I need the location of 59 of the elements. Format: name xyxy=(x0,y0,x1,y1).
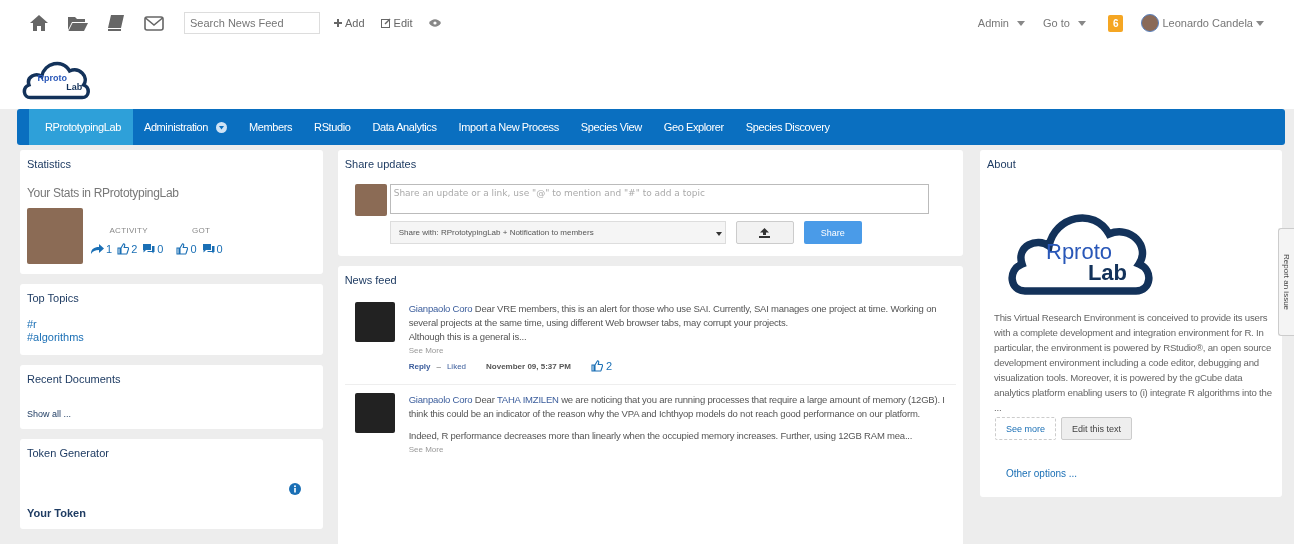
card-title: News feed xyxy=(344,274,398,286)
show-all-link[interactable]: Show all ... xyxy=(27,409,72,419)
post-text: Indeed, R performance decreases more than linearly when the occupied memory increases. Further, using 12GB RAM mea... xyxy=(408,429,913,443)
add-button[interactable]: Add xyxy=(334,17,365,29)
like-count[interactable]: 2 xyxy=(591,360,613,372)
card-title: Recent Documents xyxy=(27,373,122,385)
nav-tab[interactable]: Administration xyxy=(132,109,239,145)
report-issue-tab[interactable]: Report an issue xyxy=(1278,228,1294,336)
card-title: Share updates xyxy=(344,158,418,170)
share-with-dropdown[interactable]: Share with: RPrototypingLab + Notification to members xyxy=(389,221,726,244)
nav-tab[interactable]: RStudio xyxy=(303,109,362,145)
author-link[interactable]: Gianpaolo Coro xyxy=(408,394,473,405)
stat-count: 0 xyxy=(216,242,223,255)
see-more-link[interactable]: See More xyxy=(408,445,444,454)
stat-label: GOT xyxy=(191,225,211,235)
update-input-field[interactable]: Share an update or a link, use "@" to mention and "#" to add a topic xyxy=(389,184,929,214)
user-menu[interactable]: Leonardo Candela xyxy=(1141,14,1264,32)
logo-text: Lab xyxy=(1087,263,1127,284)
separator: – xyxy=(436,361,441,371)
post-text: Gianpaolo Coro Dear TAHA IMZILEN we are noticing that you are running processes that require a large amount of memory (12GB). I think this could be an indicator of the reason why the VPA and Ichthyop models do not reach good performance on our platform. xyxy=(408,393,946,421)
card-title: Top Topics xyxy=(27,292,80,304)
topic-link[interactable]: #r xyxy=(27,318,316,330)
nav-tab[interactable]: Species View xyxy=(569,109,653,145)
card-title: Statistics xyxy=(27,158,72,170)
card-title: Token Generator xyxy=(27,447,110,459)
edit-text-button[interactable]: Edit this text xyxy=(1061,417,1133,440)
share-button[interactable]: Share xyxy=(803,221,862,244)
logo-text: Lab xyxy=(66,82,83,92)
menu-button[interactable]: Admin xyxy=(977,17,1025,29)
other-options-link[interactable]: Other options ... xyxy=(1006,468,1078,479)
nav-tab[interactable]: Members xyxy=(238,109,304,145)
nav-tab[interactable]: Data Analytics xyxy=(361,109,448,145)
mention-link[interactable]: TAHA IMZILEN xyxy=(496,394,559,405)
stat-count: 0 xyxy=(190,242,197,255)
see-more-link[interactable]: See More xyxy=(408,346,444,355)
nav-tab[interactable]: Species Discovery xyxy=(734,109,841,145)
menu-button[interactable]: Go to xyxy=(1043,17,1086,29)
topic-link[interactable]: #algorithms xyxy=(27,331,316,343)
logo-text: Rproto xyxy=(37,73,67,83)
reply-link[interactable]: Reply xyxy=(408,361,431,371)
see-more-button[interactable]: See more xyxy=(995,417,1057,440)
post-text: Gianpaolo Coro Dear VRE members, this is an alert for those who use SAI. Currently, SAI manages one project at time. Working on several projects at the same time, using different Web browser tabs, may corrupt your projects. Although this is a general is... xyxy=(408,302,938,344)
liked-link[interactable]: Liked xyxy=(446,361,467,371)
nav-tab[interactable]: RPrototypingLab xyxy=(29,109,133,145)
card-title: About xyxy=(987,158,1017,170)
token-label: Your Token xyxy=(27,507,87,519)
post-date: November 09, 5:37 PM xyxy=(486,361,571,371)
stat-label: ACTIVITY xyxy=(109,225,148,235)
stats-subtitle: Your Stats in RPrototypingLab xyxy=(27,186,180,200)
stat-count: 2 xyxy=(131,242,138,255)
logo-text: Rproto xyxy=(1046,242,1113,263)
edit-button[interactable]: Edit xyxy=(380,17,413,29)
about-text: This Virtual Research Environment is conceived to provide its users with a complete development and integration environment for R. In particular, the environment is powered by RStudio®, an open source development environment including a code editor, debugging and visualization tools. Moreover, it is powered by the gCube data analytics platform enabling users to (i) integrate R algorithms into the ... xyxy=(994,311,1273,415)
nav-tab[interactable]: Import a New Process xyxy=(447,109,570,145)
author-link[interactable]: Gianpaolo Coro xyxy=(408,303,473,314)
search-field[interactable]: Search News Feed xyxy=(184,12,320,34)
nav-tab[interactable]: Geo Explorer xyxy=(652,109,735,145)
stat-count: 1 xyxy=(106,242,113,255)
stat-count: 0 xyxy=(157,242,164,255)
